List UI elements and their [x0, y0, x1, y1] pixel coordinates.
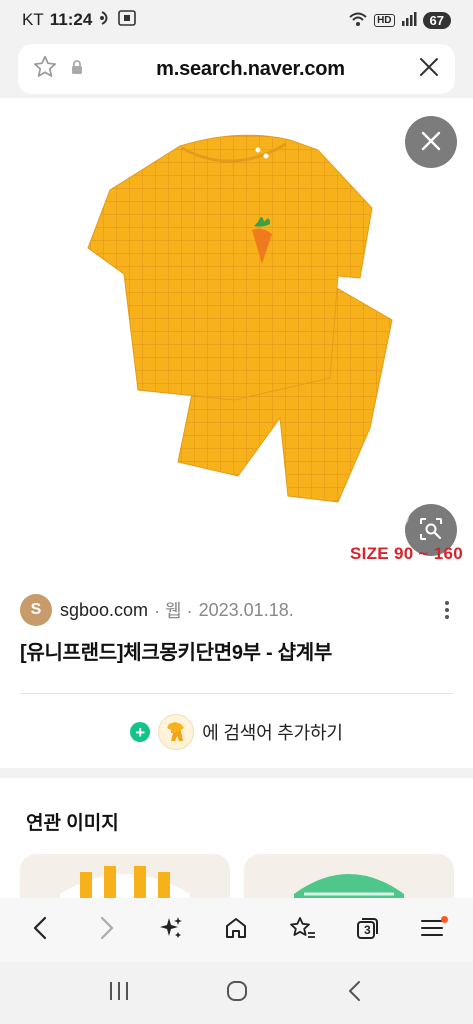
clock: 11:24 [49, 10, 93, 29]
ai-assistant-button[interactable] [147, 906, 195, 954]
notification-dot [441, 916, 449, 923]
tabs-button[interactable]: 3 [343, 906, 391, 954]
bookmarks-button[interactable] [278, 906, 326, 954]
size-caption: SIZE 90 ~ 160 [349, 544, 463, 563]
add-search-label: 에 검색어 추가하기 [202, 723, 343, 743]
watermark: sgboo [300, 496, 412, 534]
battery-level: 67 [422, 11, 451, 29]
site-favicon: S [20, 594, 52, 626]
source-row[interactable]: S sgboo.com · 웹 · 2023.01.18. [20, 594, 457, 626]
back-button[interactable] [17, 906, 65, 954]
close-icon [420, 130, 442, 155]
hd-voice-icon: HD [374, 13, 395, 27]
close-viewer-button[interactable] [405, 116, 457, 168]
related-image-green-stripes [294, 874, 404, 898]
screen-capture-icon [118, 9, 137, 31]
sparkle-icon [158, 915, 184, 946]
lens-search-icon [417, 515, 445, 546]
image-thumbnail-chip [158, 714, 195, 750]
recent-apps-icon[interactable] [107, 980, 131, 1007]
related-image-yellow-stripes [60, 866, 190, 898]
more-options-icon[interactable] [437, 595, 457, 625]
result-date: 2023.01.18. [198, 599, 294, 620]
related-title: 연관 이미지 [26, 813, 119, 834]
nfc-icon [98, 10, 112, 31]
lock-icon [70, 59, 84, 80]
forward-button[interactable] [82, 906, 130, 954]
menu-button[interactable] [408, 906, 456, 954]
bookmark-star-icon [288, 915, 316, 946]
plus-icon: + [130, 722, 151, 742]
image-viewer[interactable]: SIZE 90 ~ 160 sgboo [0, 98, 473, 572]
home-button[interactable] [212, 906, 260, 954]
related-image-card[interactable] [20, 854, 230, 898]
carrier-label: KT [22, 10, 44, 29]
url-text[interactable]: m.search.naver.com [84, 58, 417, 81]
system-navigation [0, 962, 473, 1024]
related-image-card[interactable] [244, 854, 454, 898]
result-info: S sgboo.com · 웹 · 2023.01.18. [유니프랜드]체크몽… [0, 572, 473, 768]
wifi-icon [348, 11, 368, 30]
site-name[interactable]: sgboo.com [60, 600, 148, 621]
status-bar: KT 11:24 HD 67 [0, 0, 473, 40]
chevron-right-icon [95, 915, 117, 946]
home-nav-icon[interactable] [225, 979, 249, 1008]
divider [20, 693, 453, 694]
close-icon[interactable] [417, 55, 441, 84]
tab-count: 3 [364, 923, 371, 937]
back-nav-icon[interactable] [344, 979, 366, 1008]
home-icon [223, 915, 249, 946]
related-images-section: 연관 이미지 [0, 778, 473, 898]
signal-icon [401, 11, 417, 29]
result-type: · 웹 · [154, 601, 193, 621]
address-bar[interactable]: m.search.naver.com [18, 44, 455, 94]
bookmark-star-icon[interactable] [32, 54, 58, 85]
chevron-left-icon [30, 915, 52, 946]
browser-toolbar: 3 [0, 898, 473, 962]
add-to-search-button[interactable]: + 에 검색어 추가하기 [0, 710, 473, 754]
result-title[interactable]: [유니프랜드]체크몽키단면9부 - 샵계부 [20, 636, 453, 665]
